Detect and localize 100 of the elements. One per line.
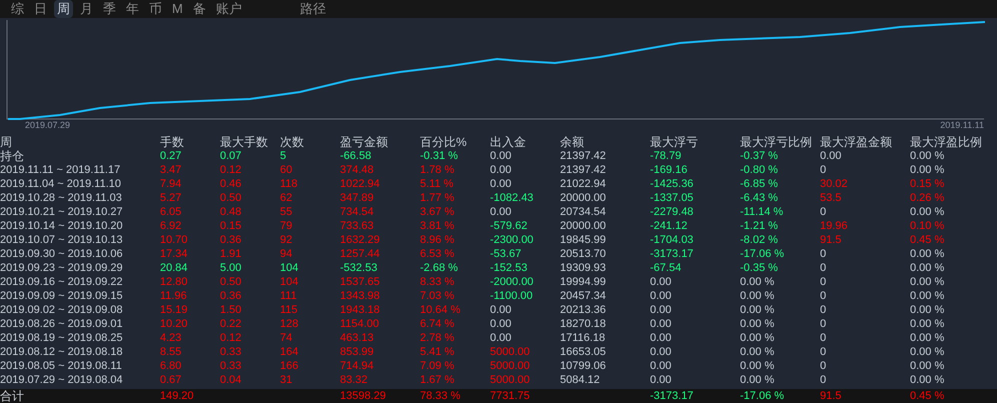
period-tab[interactable]: 日 — [31, 0, 50, 18]
table-cell-text: 0.00 % — [740, 317, 776, 331]
table-cell-text: 21397.42 — [560, 163, 607, 177]
table-cell-text: 6.92 — [160, 219, 182, 233]
period-tab[interactable]: 月 — [77, 0, 96, 18]
column-header: 出入金 — [490, 135, 527, 149]
table-cell-text: -152.53 — [490, 261, 528, 275]
axis-label: 2019.11.11 — [940, 121, 984, 130]
table-cell-text: 19309.93 — [560, 261, 607, 275]
table-cell-text: -78.79 — [650, 149, 682, 163]
row-label: 2019.11.11 ~ 2019.11.17 — [0, 163, 122, 177]
table-cell-text: 5000.00 — [490, 345, 531, 359]
table-cell-text: 0.45 % — [910, 389, 946, 403]
table-cell-text: 0.00 % — [910, 359, 946, 373]
table-cell-text: 0.00 — [650, 359, 672, 373]
table-cell-text: 1632.29 — [340, 233, 381, 247]
period-tab[interactable]: 年 — [123, 0, 142, 18]
table-cell-text: 11.96 — [160, 289, 188, 303]
table-cell-text: 0.50 — [220, 275, 242, 289]
table-cell-text: 20734.54 — [560, 205, 607, 219]
table-cell-text: 91.5 — [820, 233, 842, 247]
table-cell-text: 20000.00 — [560, 219, 607, 233]
table-cell-text: 0.00 — [490, 177, 512, 191]
table-cell-text: 1.91 — [220, 247, 242, 261]
table-cell-text: 19.96 — [820, 219, 849, 233]
table-cell-text: 91.5 — [820, 389, 842, 403]
table-cell-text: 0.26 % — [910, 191, 946, 205]
period-tab[interactable]: 路径 — [296, 0, 329, 18]
table-cell-text: 0.36 — [220, 289, 242, 303]
table-cell-text: 12.80 — [160, 275, 189, 289]
table-cell-text: 0.00 % — [740, 331, 776, 345]
table-cell-text: 0.00 % — [910, 373, 946, 387]
period-tab[interactable]: M — [169, 0, 186, 18]
table-cell-text: 1.77 % — [420, 191, 456, 205]
table-cell-text: 0 — [820, 247, 828, 261]
table-cell-text: 0.00 — [820, 149, 842, 163]
period-tab[interactable]: 币 — [146, 0, 165, 18]
period-tab[interactable]: 账户 — [212, 0, 245, 18]
table-cell-text: 92 — [280, 233, 294, 247]
table-cell-text: 20457.34 — [560, 289, 607, 303]
table-cell-text: 6.80 — [160, 359, 182, 373]
table-cell-text: -6.43 % — [740, 191, 779, 205]
table-cell-text: 733.63 — [340, 219, 375, 233]
table-cell-text: -1337.05 — [650, 191, 694, 205]
table-cell-text: 17116.18 — [560, 331, 606, 345]
table-cell-text: -2300.00 — [490, 233, 534, 247]
table-cell-text: 0.00 % — [910, 345, 946, 359]
column-header: 最大浮亏 — [650, 135, 699, 149]
table-cell-text: 18270.18 — [560, 317, 607, 331]
table-cell-text: 15.19 — [160, 303, 189, 317]
table-cell-text: -1100.00 — [490, 289, 534, 303]
row-label: 2019.10.21 ~ 2019.10.27 — [0, 205, 124, 219]
table-cell-text: 94 — [280, 247, 294, 261]
table-cell-text: 0.00 % — [740, 275, 776, 289]
table-cell-text: 7.94 — [160, 177, 182, 191]
table-cell-text: 0.27 — [160, 149, 182, 163]
table-cell-text: -11.14 % — [740, 205, 784, 219]
row-label: 持仓 — [0, 149, 25, 163]
period-tab[interactable]: 综 — [8, 0, 27, 18]
period-tab[interactable]: 周 — [54, 0, 73, 18]
table-cell-text: 7.09 % — [420, 359, 456, 373]
table-cell-text: -2000.00 — [490, 275, 534, 289]
table-cell-text: 10799.06 — [560, 359, 607, 373]
table-cell-text: 79 — [280, 219, 294, 233]
table-cell-text: 0 — [820, 289, 828, 303]
table-cell-text: 0 — [820, 331, 828, 345]
row-label: 2019.08.12 ~ 2019.08.18 — [0, 345, 124, 359]
table-cell-text: 0.00 % — [740, 345, 776, 359]
table-cell-text: -2279.48 — [650, 205, 694, 219]
table-cell-text: 166 — [280, 359, 300, 373]
table-cell-text: 374.48 — [340, 163, 375, 177]
table-cell-text: -1.21 % — [740, 219, 779, 233]
table-cell-text: 7.03 % — [420, 289, 456, 303]
period-tab[interactable]: 季 — [100, 0, 119, 18]
table-cell-text: 1.50 — [220, 303, 242, 317]
table-cell-text: 10.20 — [160, 317, 189, 331]
table-cell-text: -1082.43 — [490, 191, 534, 205]
table-cell-text: -1704.03 — [650, 233, 694, 247]
table-cell-text: 0 — [820, 163, 828, 177]
column-header: 手数 — [160, 135, 185, 149]
table-cell-text: 0.48 — [220, 205, 242, 219]
table-cell-text: -579.62 — [490, 219, 528, 233]
column-header: 最大浮盈金额 — [820, 135, 893, 149]
table-cell-text: 0 — [820, 261, 828, 275]
row-label: 合计 — [0, 389, 25, 403]
table-cell-text: -53.67 — [490, 247, 522, 261]
table-cell-text: 1343.98 — [340, 289, 381, 303]
table-cell-text: 20.84 — [160, 261, 189, 275]
table-cell-text: 0 — [820, 359, 828, 373]
period-tab[interactable]: 备 — [190, 0, 209, 18]
row-label: 2019.09.09 ~ 2019.09.15 — [0, 289, 124, 303]
column-header: 次数 — [280, 135, 305, 149]
table-cell-text: 118 — [280, 177, 299, 191]
axis-label: 2019.07.29 — [25, 121, 70, 130]
table-cell-text: 5.00 — [220, 261, 242, 275]
table-cell-text: 4.23 — [160, 331, 182, 345]
row-label: 2019.08.26 ~ 2019.09.01 — [0, 317, 124, 331]
table-cell-text: -0.35 % — [740, 261, 779, 275]
table-cell-text: 0.00 % — [910, 247, 946, 261]
table-cell-text: 3.47 — [160, 163, 182, 177]
